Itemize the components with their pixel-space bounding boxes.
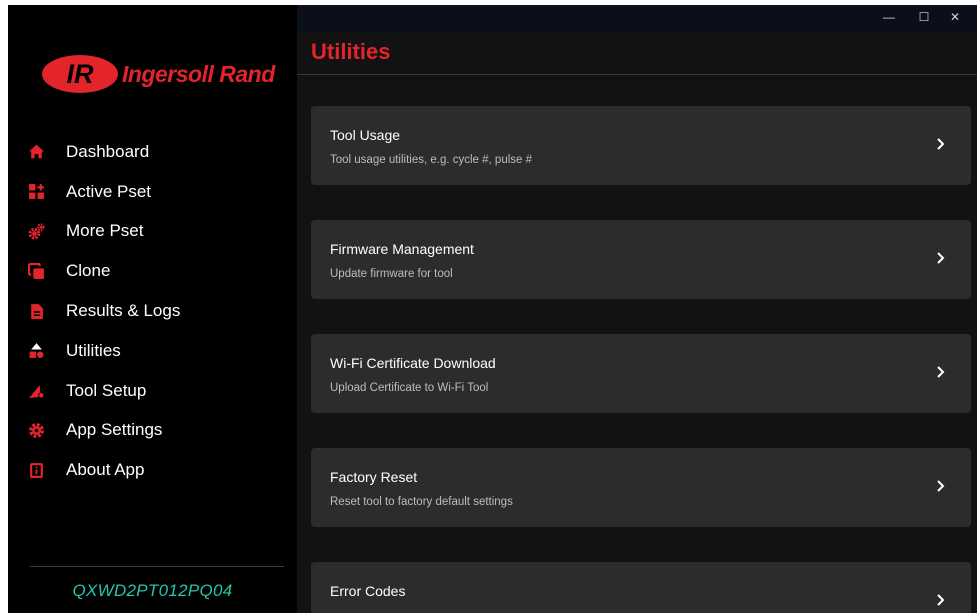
sidebar-item-results-logs[interactable]: Results & Logs xyxy=(8,291,297,331)
sidebar-item-utilities[interactable]: Utilities xyxy=(8,331,297,371)
ir-logo-icon: IR xyxy=(40,53,120,95)
sidebar-item-label: App Settings xyxy=(66,420,163,440)
sidebar-nav: Dashboard Active Pset More Pset Clone Re… xyxy=(8,132,297,490)
sidebar-item-clone[interactable]: Clone xyxy=(8,251,297,291)
sidebar-item-tool-setup[interactable]: Tool Setup xyxy=(8,371,297,411)
sidebar-item-app-settings[interactable]: App Settings xyxy=(8,411,297,451)
firmware-management-card[interactable]: Firmware Management Update firmware for … xyxy=(311,220,971,299)
info-icon xyxy=(26,460,46,480)
gears-icon xyxy=(26,221,46,241)
page-title: Utilities xyxy=(311,39,391,64)
card-title: Error Codes xyxy=(330,583,406,599)
shapes-icon xyxy=(26,341,46,361)
maximize-button[interactable]: ☐ xyxy=(914,8,934,26)
sidebar-item-label: Utilities xyxy=(66,340,121,360)
card-subtitle: Reset tool to factory default settings xyxy=(330,496,513,508)
sidebar-divider xyxy=(30,566,284,567)
card-title: Tool Usage xyxy=(330,127,401,143)
sidebar-item-label: About App xyxy=(66,460,145,480)
minimize-button[interactable]: — xyxy=(879,8,899,26)
title-divider xyxy=(297,74,977,75)
logo-mark-text: IR xyxy=(67,59,95,89)
brand-name: Ingersoll Rand xyxy=(122,60,275,87)
sidebar-item-label: Tool Setup xyxy=(66,380,147,400)
document-icon xyxy=(26,301,46,321)
card-subtitle: Update firmware for tool xyxy=(330,268,453,280)
chevron-right-icon xyxy=(937,594,945,606)
clone-icon xyxy=(26,261,46,281)
sidebar-item-label: Results & Logs xyxy=(66,301,181,321)
chevron-right-icon xyxy=(937,366,945,378)
tool-serial-number: QXWD2PT012PQ04 xyxy=(72,581,233,600)
card-subtitle: Tool usage utilities, e.g. cycle #, puls… xyxy=(330,154,533,166)
factory-reset-card[interactable]: Factory Reset Reset tool to factory defa… xyxy=(311,448,971,527)
sidebar-item-label: Clone xyxy=(66,261,111,281)
sidebar-item-active-pset[interactable]: Active Pset xyxy=(8,172,297,212)
card-title: Firmware Management xyxy=(330,241,474,257)
wifi-certificate-download-card[interactable]: Wi-Fi Certificate Download Upload Certif… xyxy=(311,334,971,413)
sidebar-item-label: Dashboard xyxy=(66,141,150,161)
sidebar-item-about-app[interactable]: About App xyxy=(8,450,297,490)
sidebar: IR Ingersoll Rand Dashboard Active Pset … xyxy=(8,5,297,613)
home-icon xyxy=(26,142,46,162)
sidebar-item-label: More Pset xyxy=(66,221,144,241)
tool-usage-card[interactable]: Tool Usage Tool usage utilities, e.g. cy… xyxy=(311,106,971,185)
main-content: — ☐ ✕ Utilities Tool Usage Tool usage ut… xyxy=(297,5,977,613)
chevron-right-icon xyxy=(937,252,945,264)
chevron-right-icon xyxy=(937,138,945,150)
sidebar-item-more-pset[interactable]: More Pset xyxy=(8,212,297,252)
sidebar-item-label: Active Pset xyxy=(66,181,152,201)
brand-logo: IR Ingersoll Rand xyxy=(40,53,275,95)
chevron-right-icon xyxy=(937,480,945,492)
card-title: Factory Reset xyxy=(330,469,418,485)
close-button[interactable]: ✕ xyxy=(945,8,965,26)
gear-icon xyxy=(26,420,46,440)
active-pset-icon xyxy=(26,182,46,202)
sidebar-item-dashboard[interactable]: Dashboard xyxy=(8,132,297,172)
tool-setup-icon xyxy=(26,381,46,401)
window-titlebar: — ☐ ✕ xyxy=(297,5,977,32)
card-title: Wi-Fi Certificate Download xyxy=(330,355,496,371)
app-window: IR Ingersoll Rand Dashboard Active Pset … xyxy=(8,5,977,613)
error-codes-card[interactable]: Error Codes xyxy=(311,562,971,613)
card-subtitle: Upload Certificate to Wi-Fi Tool xyxy=(330,382,489,394)
